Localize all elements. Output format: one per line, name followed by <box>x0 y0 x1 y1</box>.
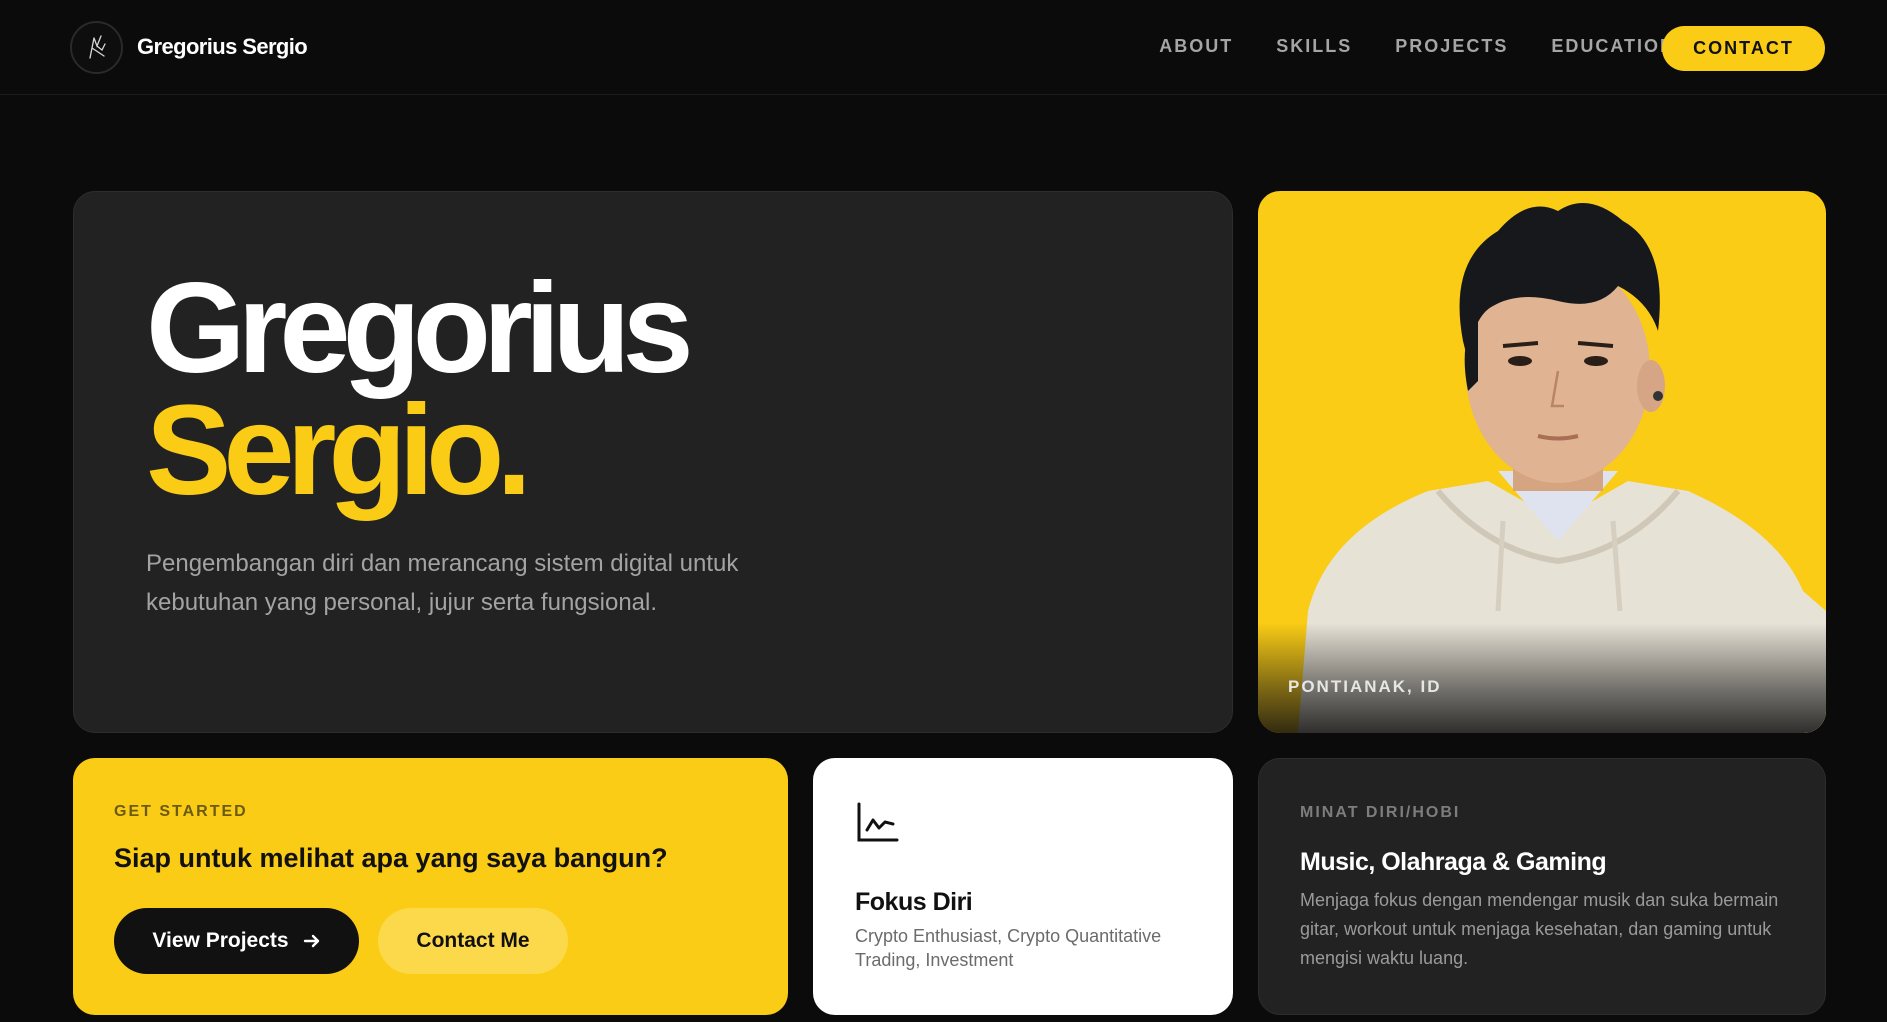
focus-description: Crypto Enthusiast, Crypto Quantitative T… <box>855 926 1162 970</box>
get-started-question: Siap untuk melihat apa yang saya bangun? <box>114 843 668 873</box>
hero-title: Gregorius Sergio. <box>146 257 694 522</box>
get-started-eyebrow: GET STARTED <box>114 803 248 820</box>
arrow-right-icon <box>303 934 319 948</box>
nav-link-about[interactable]: ABOUT <box>1159 36 1233 57</box>
profile-photo-card: PONTIANAK, ID <box>1258 191 1826 733</box>
contact-button[interactable]: CONTACT <box>1662 26 1825 71</box>
hero-description: Pengembangan diri dan merancang sistem d… <box>146 550 739 616</box>
nav-link-projects[interactable]: PROJECTS <box>1395 36 1508 57</box>
brand[interactable]: Gregorius Sergio <box>70 20 308 74</box>
hero-title-first: Gregorius <box>146 257 694 400</box>
hobby-title: Music, Olahraga & Gaming <box>1300 848 1607 876</box>
contact-me-button[interactable]: Contact Me <box>378 908 568 974</box>
logo-icon <box>70 20 123 74</box>
hero-card: Gregorius Sergio. Pengembangan diri dan … <box>73 191 1233 733</box>
hobby-card: MINAT DIRI/HOBI Music, Olahraga & Gaming… <box>1258 758 1826 1015</box>
focus-title: Fokus Diri <box>855 888 973 916</box>
hobby-description: Menjaga fokus dengan mendengar musik dan… <box>1300 890 1779 968</box>
focus-card: Fokus Diri Crypto Enthusiast, Crypto Qua… <box>813 758 1233 1015</box>
nav-link-skills[interactable]: SKILLS <box>1276 36 1352 57</box>
nav-links: ABOUT SKILLS PROJECTS EDUCATION <box>1159 36 1675 57</box>
line-chart-icon <box>857 802 899 842</box>
location-label: PONTIANAK, ID <box>1288 677 1442 696</box>
hero-title-last: Sergio. <box>146 379 532 522</box>
hobby-eyebrow: MINAT DIRI/HOBI <box>1300 804 1461 821</box>
view-projects-label: View Projects <box>152 929 289 952</box>
brand-name: Gregorius Sergio <box>137 34 308 59</box>
get-started-card: GET STARTED Siap untuk melihat apa yang … <box>73 758 788 1015</box>
top-navbar: Gregorius Sergio ABOUT SKILLS PROJECTS E… <box>0 0 1887 95</box>
view-projects-button[interactable]: View Projects <box>114 908 359 974</box>
nav-link-education[interactable]: EDUCATION <box>1551 36 1675 57</box>
